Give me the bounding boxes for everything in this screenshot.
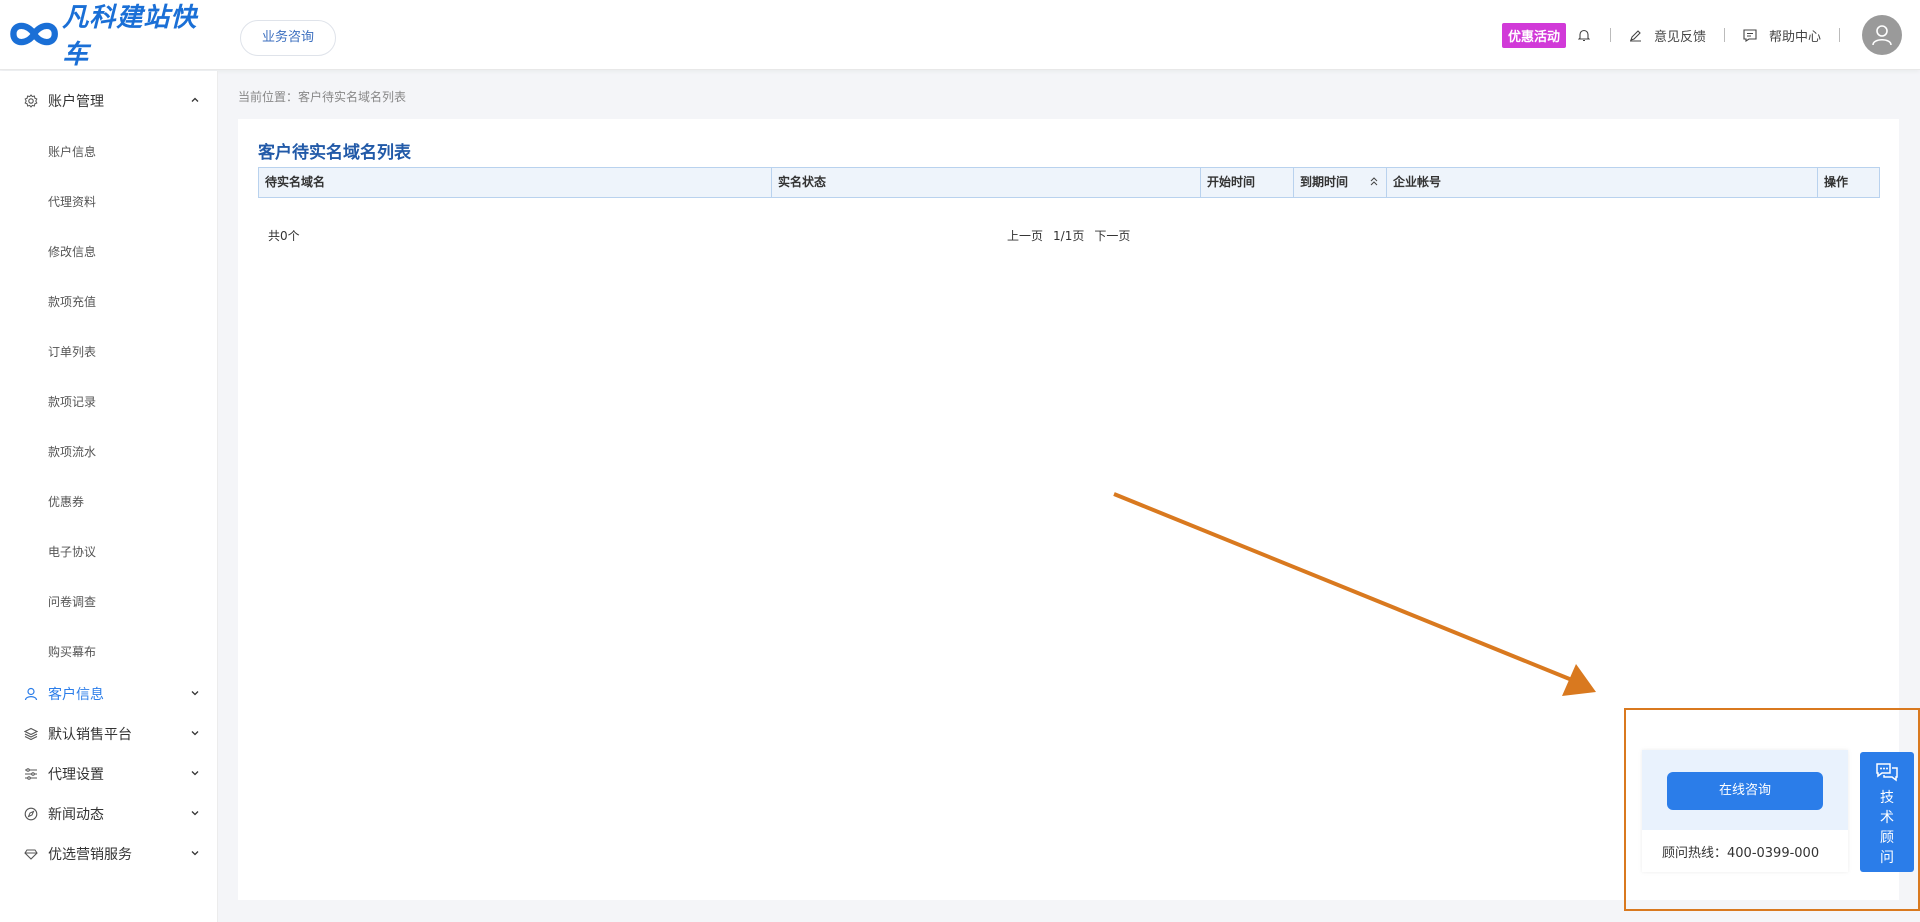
sidebar: 账户管理 账户信息 代理资料 修改信息 款项充值 订单列表 款项记录 款项流水 … — [0, 71, 218, 922]
layers-icon — [24, 727, 38, 741]
sidebar-item-orders[interactable]: 订单列表 — [48, 343, 96, 360]
sidebar-group-customers[interactable]: 客户信息 — [0, 676, 218, 712]
divider — [1839, 28, 1840, 42]
logo[interactable]: 凡科建站快车 — [8, 3, 208, 70]
help-center-link[interactable]: 帮助中心 — [1743, 26, 1821, 45]
divider — [1609, 28, 1611, 42]
sidebar-group-account[interactable]: 账户管理 — [0, 83, 218, 119]
column-header-domain: 待实名域名 — [259, 168, 772, 197]
chevron-down-icon — [191, 731, 199, 736]
logo-text: 凡科建站快车 — [62, 3, 198, 70]
column-header-expire-time[interactable]: 到期时间 — [1294, 168, 1387, 197]
feedback-link[interactable]: 意见反馈 — [1629, 26, 1706, 45]
column-header-start-time: 开始时间 — [1201, 168, 1294, 197]
promo-badge[interactable]: 优惠活动 — [1501, 22, 1566, 48]
bell-icon[interactable] — [1576, 27, 1592, 43]
tech-advisor-char: 问 — [1880, 850, 1894, 866]
tech-advisor-char: 术 — [1880, 810, 1894, 826]
column-header-label: 到期时间 — [1300, 175, 1349, 189]
tech-advisor-tab[interactable]: 技 术 顾 问 — [1860, 752, 1914, 872]
sidebar-group-news[interactable]: 新闻动态 — [0, 796, 218, 832]
user-icon — [24, 687, 38, 701]
feedback-label: 意见反馈 — [1653, 29, 1706, 45]
tech-advisor-char: 顾 — [1880, 830, 1894, 846]
column-header-status: 实名状态 — [772, 168, 1201, 197]
sidebar-item-payment-flow[interactable]: 款项流水 — [48, 443, 96, 460]
sidebar-group-agent-settings[interactable]: 代理设置 — [0, 756, 218, 792]
consult-card: 在线咨询 顾问热线：400-0399-000 — [1642, 750, 1848, 872]
tech-advisor-char: 技 — [1880, 790, 1894, 806]
edit-icon — [1629, 29, 1641, 42]
chevron-down-icon — [191, 691, 199, 696]
sidebar-group-label: 默认销售平台 — [48, 727, 132, 743]
table-header: 待实名域名 实名状态 开始时间 到期时间 企业帐号 操作 — [258, 167, 1880, 198]
sidebar-group-label: 账户管理 — [48, 94, 104, 110]
user-icon — [1872, 25, 1892, 46]
sidebar-item-payment-records[interactable]: 款项记录 — [48, 393, 96, 410]
sidebar-group-marketing[interactable]: 优选营销服务 — [0, 836, 218, 872]
help-center-label: 帮助中心 — [1768, 29, 1821, 45]
chevron-down-icon — [191, 771, 199, 776]
column-header-account: 企业帐号 — [1387, 168, 1818, 197]
breadcrumb: 当前位置：客户待实名域名列表 — [238, 90, 407, 104]
sidebar-group-label: 新闻动态 — [48, 807, 104, 823]
sidebar-group-sales-platform[interactable]: 默认销售平台 — [0, 716, 218, 752]
sidebar-item-account-info[interactable]: 账户信息 — [48, 143, 96, 160]
sliders-icon — [25, 768, 37, 780]
page-indicator: 1/1页 — [1053, 229, 1085, 243]
top-header: 凡科建站快车 业务咨询 优惠活动 意见反馈 帮助中心 — [0, 0, 1920, 70]
sidebar-group-label: 客户信息 — [48, 687, 104, 703]
tech-advisor-label: 技 术 顾 问 — [1879, 788, 1895, 868]
total-count: 共0个 — [268, 229, 300, 243]
business-consult-button[interactable]: 业务咨询 — [240, 20, 336, 56]
sidebar-item-recharge[interactable]: 款项充值 — [48, 293, 96, 310]
sidebar-item-edit-info[interactable]: 修改信息 — [48, 243, 96, 260]
divider — [1723, 28, 1725, 42]
online-consult-button[interactable]: 在线咨询 — [1667, 772, 1823, 810]
prev-page-link[interactable]: 上一页 — [1007, 227, 1043, 244]
next-page-link[interactable]: 下一页 — [1094, 227, 1130, 244]
chevron-down-icon — [191, 811, 199, 816]
user-avatar[interactable] — [1862, 15, 1902, 55]
sidebar-group-label: 优选营销服务 — [48, 847, 132, 863]
help-doc-icon — [1743, 28, 1757, 42]
chat-icon — [1876, 763, 1898, 782]
chevron-down-icon — [191, 851, 199, 856]
sort-icon[interactable] — [1370, 177, 1378, 186]
header-toolbar: 优惠活动 意见反馈 帮助中心 — [1501, 12, 1902, 58]
sidebar-item-survey[interactable]: 问卷调查 — [48, 593, 96, 610]
compass-icon — [24, 807, 38, 821]
sidebar-item-agent-profile[interactable]: 代理资料 — [48, 193, 96, 210]
logo-infinity-icon — [10, 22, 58, 46]
sidebar-item-e-agreement[interactable]: 电子协议 — [48, 543, 96, 560]
pagination: 上一页 1/1页 下一页 — [1007, 227, 1140, 244]
chevron-up-icon — [191, 97, 199, 102]
gear-icon — [24, 94, 38, 108]
column-header-actions: 操作 — [1824, 175, 1849, 189]
diamond-icon — [24, 849, 38, 860]
hotline-text: 顾问热线：400-0399-000 — [1662, 846, 1820, 861]
page-title: 客户待实名域名列表 — [258, 143, 411, 163]
sidebar-group-label: 代理设置 — [48, 767, 104, 783]
sidebar-item-buy-curtain[interactable]: 购买幕布 — [48, 643, 96, 660]
sidebar-item-coupons[interactable]: 优惠券 — [48, 493, 84, 510]
